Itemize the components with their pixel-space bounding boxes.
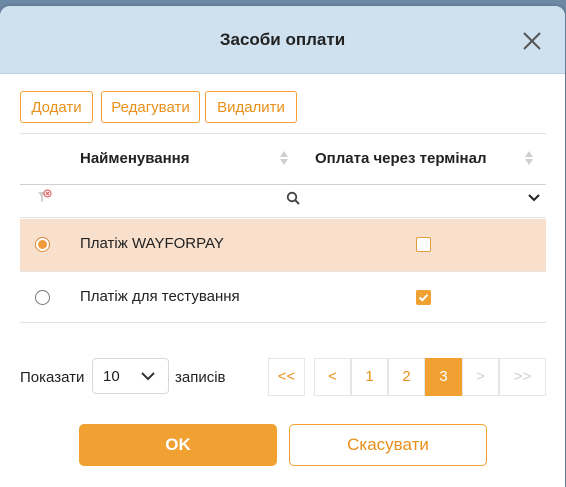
show-label: Показати: [20, 369, 85, 386]
last-page-button[interactable]: >>: [499, 358, 546, 396]
column-header-terminal[interactable]: Оплата через термінал: [315, 150, 486, 167]
next-page-button[interactable]: >: [462, 358, 499, 396]
search-icon[interactable]: [286, 191, 300, 205]
divider: [20, 217, 546, 218]
terminal-checkbox[interactable]: [416, 290, 431, 305]
table-row[interactable]: Платіж WAYFORPAY: [20, 219, 546, 271]
records-label: записів: [175, 369, 226, 386]
cancel-button[interactable]: Скасувати: [289, 424, 487, 466]
column-header-name[interactable]: Найменування: [80, 150, 189, 167]
sort-icon[interactable]: [524, 149, 534, 167]
filter-row: [20, 184, 546, 216]
dialog-header: Засоби оплати: [0, 6, 565, 74]
table-row[interactable]: Платіж для тестування: [20, 272, 546, 324]
sort-icon[interactable]: [279, 149, 289, 167]
divider: [20, 133, 546, 134]
page-button-3[interactable]: 3: [425, 358, 462, 396]
delete-button[interactable]: Видалити: [205, 91, 297, 123]
page-button-1[interactable]: 1: [351, 358, 388, 396]
ok-button[interactable]: OK: [79, 424, 277, 466]
edit-button[interactable]: Редагувати: [101, 91, 200, 123]
chevron-down-icon: [141, 372, 155, 381]
page-size-select[interactable]: 10: [92, 358, 169, 394]
page-size-value: 10: [103, 368, 120, 385]
terminal-checkbox[interactable]: [416, 237, 431, 252]
row-radio[interactable]: [35, 237, 50, 252]
page-button-2[interactable]: 2: [388, 358, 425, 396]
dialog-title: Засоби оплати: [219, 30, 346, 49]
payment-methods-dialog: Засоби оплати Додати Редагувати Видалити…: [0, 6, 565, 487]
divider: [20, 322, 546, 323]
filter-clear-icon[interactable]: [36, 189, 52, 205]
close-button[interactable]: [520, 29, 544, 53]
first-page-button[interactable]: <<: [268, 358, 305, 396]
prev-page-button[interactable]: <: [314, 358, 351, 396]
close-icon: [523, 32, 541, 50]
add-button[interactable]: Додати: [20, 91, 93, 123]
row-radio[interactable]: [35, 290, 50, 305]
checkmark-icon: [418, 294, 429, 302]
row-name: Платіж WAYFORPAY: [80, 235, 224, 252]
chevron-down-icon[interactable]: [528, 194, 540, 202]
row-name: Платіж для тестування: [80, 288, 240, 305]
